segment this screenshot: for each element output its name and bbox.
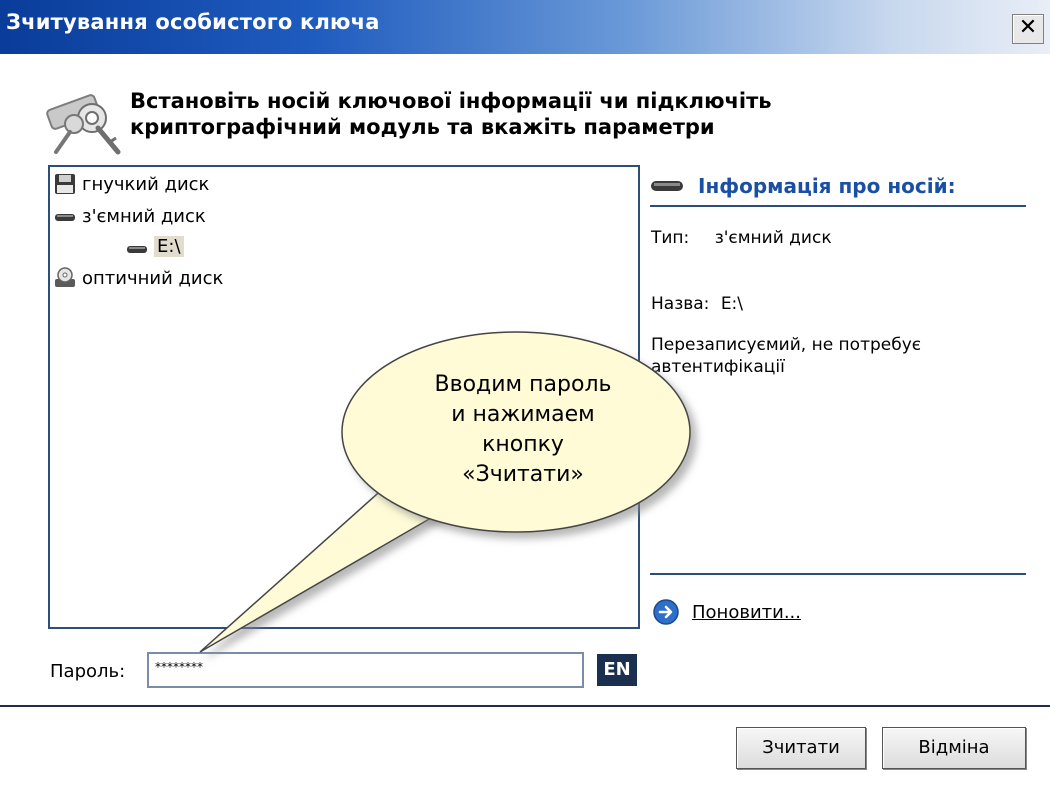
tree-item-floppy[interactable]: гнучкий диск (54, 173, 209, 195)
floppy-disk-icon (55, 174, 75, 194)
refresh-label: Поновити... (692, 601, 801, 623)
refresh-arrow-icon (653, 599, 679, 625)
tree-item-label: оптичний диск (82, 267, 224, 289)
tree-item-drive-e[interactable]: E:\ (126, 235, 184, 257)
read-private-key-dialog: Зчитування особистого ключа ✕ Встановіть… (0, 0, 1050, 789)
keyboard-language-indicator[interactable]: EN (597, 654, 637, 686)
removable-drive-icon (651, 181, 683, 191)
divider (650, 205, 1026, 207)
media-type-label: Тип: (651, 228, 690, 248)
media-info-title: Інформація про носій: (698, 174, 956, 198)
close-button[interactable]: ✕ (1012, 14, 1044, 44)
divider (650, 573, 1026, 575)
media-name-label: Назва: (651, 294, 710, 314)
keys-icon (46, 94, 121, 155)
tree-item-label: E:\ (154, 235, 184, 257)
tree-item-label: з'ємний диск (82, 205, 206, 227)
callout-line-3: кнопку (482, 432, 564, 457)
password-label: Пароль: (50, 661, 126, 682)
media-description-line-1: Перезаписуємий, не потребує (651, 335, 922, 355)
footer-separator (0, 705, 1050, 707)
tree-item-optical[interactable]: оптичний диск (54, 267, 223, 289)
refresh-link[interactable]: Поновити... (652, 598, 801, 626)
media-info-header: Інформація про носій: (650, 174, 956, 198)
media-name-row: Назва: E:\ (651, 294, 743, 314)
instruction-line-1: Встановіть носій ключової інформації чи … (130, 89, 772, 113)
media-description-line-2: автентифікації (651, 357, 785, 377)
media-type-value: з'ємний диск (714, 228, 832, 248)
close-icon: ✕ (1018, 15, 1038, 40)
callout-text: Вводим пароль и нажимаем кнопку «Зчитати… (388, 370, 658, 490)
callout-line-2: и нажимаем (451, 402, 595, 427)
removable-drive-icon (55, 214, 75, 221)
title-bar[interactable]: Зчитування особистого ключа ✕ (0, 0, 1050, 54)
read-button[interactable]: Зчитати (736, 727, 866, 769)
removable-drive-icon (127, 246, 147, 253)
instruction-text: Встановіть носій ключової інформації чи … (130, 88, 772, 140)
password-field[interactable]: ******** (147, 652, 584, 688)
media-description: Перезаписуємий, не потребує автентифікац… (651, 334, 921, 378)
tree-item-label: гнучкий диск (82, 173, 210, 195)
optical-drive-icon (55, 267, 75, 287)
media-type-row: Тип: з'ємний диск (651, 228, 832, 248)
callout-line-4: «Зчитати» (462, 462, 584, 487)
tree-item-removable[interactable]: з'ємний диск (54, 205, 206, 227)
media-name-value: E:\ (720, 294, 744, 314)
instruction-line-2: криптографічний модуль та вкажіть параме… (130, 115, 715, 139)
window-title: Зчитування особистого ключа (6, 10, 380, 34)
callout-line-1: Вводим пароль (434, 372, 612, 397)
cancel-button[interactable]: Відміна (882, 727, 1026, 769)
